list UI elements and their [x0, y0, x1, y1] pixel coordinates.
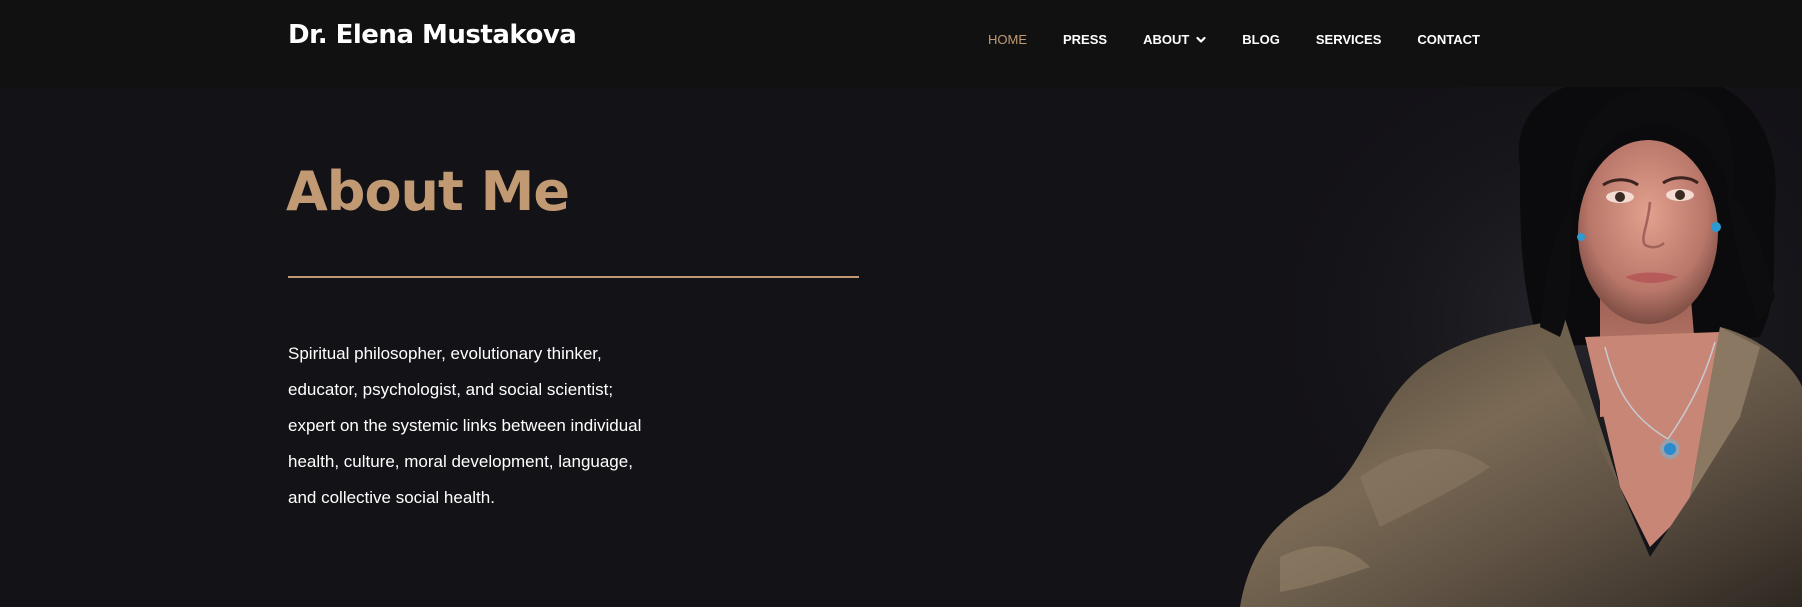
bio-line: educator, psychologist, and social scien… [288, 380, 614, 399]
main-nav: HOME PRESS ABOUT BLOG SERVICES CONTACT [988, 32, 1480, 47]
nav-item-blog[interactable]: BLOG [1242, 32, 1280, 47]
nav-item-label: PRESS [1063, 32, 1108, 47]
chevron-down-icon [1196, 36, 1206, 43]
nav-item-label: HOME [988, 32, 1027, 47]
bio-line: Spiritual philosopher, evolutionary thin… [288, 344, 602, 363]
site-header: Dr. Elena Mustakova HOME PRESS ABOUT BLO… [0, 0, 1802, 87]
nav-item-label: SERVICES [1315, 32, 1382, 47]
nav-item-label: CONTACT [1417, 32, 1480, 47]
bio-line: and collective social health. [288, 488, 495, 507]
site-title[interactable]: Dr. Elena Mustakova [288, 20, 577, 50]
bio-text: Spiritual philosopher, evolutionary thin… [288, 336, 708, 516]
portrait-image [1220, 87, 1802, 607]
page: Dr. Elena Mustakova HOME PRESS ABOUT BLO… [0, 0, 1802, 607]
page-title: About Me [286, 160, 570, 223]
nav-item-services[interactable]: SERVICES [1316, 32, 1382, 47]
bio-line: expert on the systemic links between ind… [288, 416, 642, 435]
nav-item-home[interactable]: HOME [988, 32, 1027, 47]
nav-item-press[interactable]: PRESS [1063, 32, 1107, 47]
nav-item-label: BLOG [1242, 32, 1280, 47]
nav-item-about[interactable]: ABOUT [1143, 32, 1206, 47]
nav-item-contact[interactable]: CONTACT [1417, 32, 1480, 47]
bio-line: health, culture, moral development, lang… [288, 452, 633, 471]
nav-item-label: ABOUT [1143, 32, 1190, 47]
title-divider [288, 276, 859, 278]
